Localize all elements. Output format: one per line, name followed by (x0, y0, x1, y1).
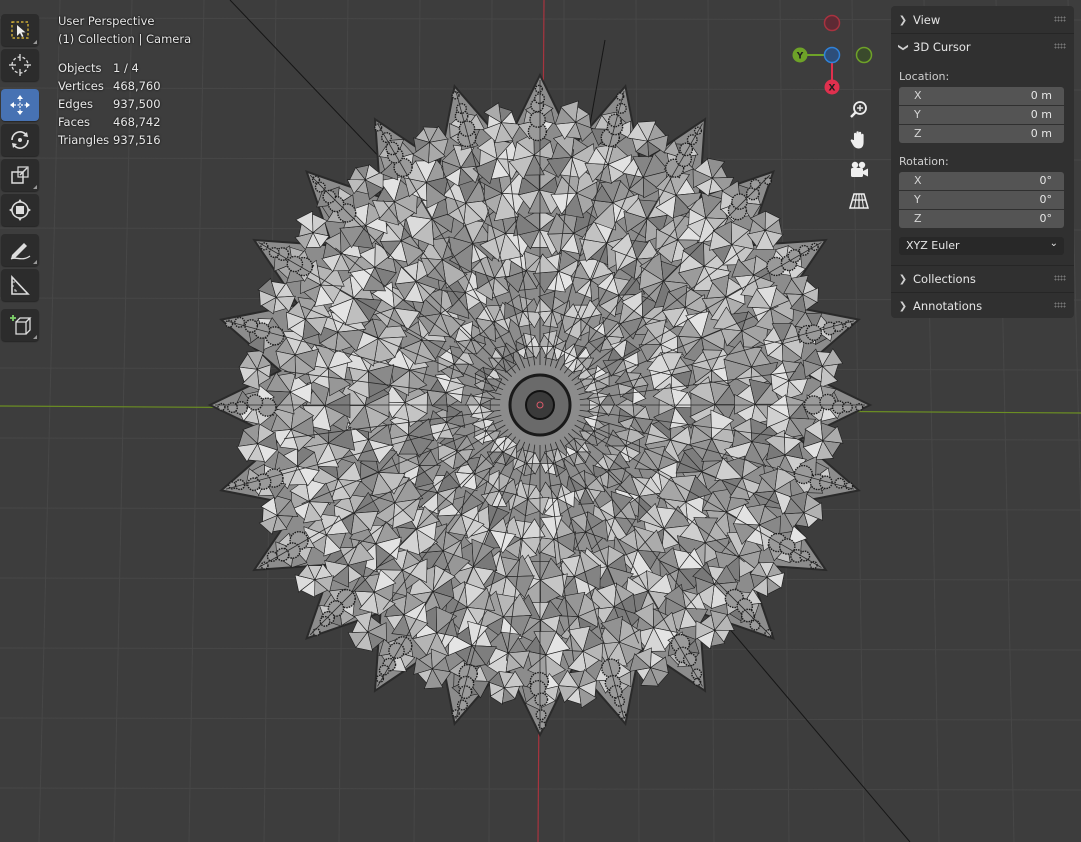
navigation-gizmo[interactable]: Y X (785, 8, 885, 100)
mesh-spike-facet (458, 685, 473, 700)
mesh-spike-facet (841, 401, 853, 413)
transform-icon (9, 199, 31, 221)
rotation-z-field[interactable]: Z 0° (899, 210, 1064, 228)
select-box-icon (11, 21, 29, 39)
measure-icon (11, 274, 30, 295)
mesh-spike-facet (246, 394, 264, 411)
mesh-spike-facet (246, 477, 261, 492)
zoom-button[interactable] (846, 97, 872, 123)
chevron-right-icon: ❯ (898, 14, 908, 26)
location-y-field[interactable]: Y0 m (899, 106, 1064, 124)
drag-grip-icon[interactable] (1054, 275, 1066, 281)
object-origin (525, 390, 555, 420)
chevron-right-icon: ❯ (898, 273, 908, 285)
drag-grip-icon[interactable] (1054, 302, 1066, 308)
mesh-spike-facet (740, 608, 755, 623)
mesh-spike-facet (381, 131, 393, 143)
gizmo-y-label: Y (796, 52, 804, 62)
drag-grip-icon[interactable] (1054, 43, 1066, 49)
camera-view-button[interactable] (846, 157, 872, 183)
mesh-spike-facet (535, 709, 547, 721)
mesh-spike-facet (534, 692, 549, 707)
chevron-down-icon: ⌄ (1049, 238, 1058, 249)
mesh-spike-facet (793, 464, 814, 485)
mesh-spike-facet (686, 134, 698, 146)
zoom-icon (850, 101, 867, 118)
grid-perspective-icon (849, 193, 869, 209)
scale-icon (11, 166, 29, 184)
mesh-spike-facet (749, 619, 761, 631)
mesh-spike-facet (731, 193, 748, 210)
rotation-label: Rotation: (899, 155, 949, 168)
view-mode-label: User Perspective (58, 14, 155, 28)
rotation-x-field[interactable]: X 0° (899, 172, 1064, 190)
gizmo-z-handle[interactable] (823, 46, 841, 64)
scale-tool[interactable] (1, 159, 39, 191)
camera-icon (851, 161, 868, 177)
3d-cursor-panel-header[interactable]: ❯ 3D Cursor (891, 35, 1074, 59)
mesh-spike-facet (314, 181, 326, 193)
mesh-spike-facet (226, 402, 238, 414)
mesh-spike-facet (260, 242, 269, 251)
collections-panel-header[interactable]: ❯ Collections (891, 267, 1074, 291)
mesh-spike-facet (322, 189, 337, 204)
properties-sidebar: ❯ View ❯ 3D Cursor Location: X0 m Y0 m Z… (891, 6, 1074, 318)
gizmo-neg-y-handle[interactable] (855, 46, 873, 64)
move-icon (10, 95, 30, 115)
annotate-tool[interactable] (1, 234, 39, 266)
move-tool[interactable] (1, 89, 39, 121)
mesh-spike-facet (529, 111, 546, 128)
mesh-spike-facet (763, 176, 772, 186)
chevron-right-icon: ❯ (898, 300, 908, 312)
rotation-mode-select[interactable]: XYZ Euler ⌄ (899, 237, 1064, 255)
select-box-tool[interactable] (1, 14, 39, 46)
chevron-down-icon: ❯ (897, 42, 909, 52)
mesh-spike-facet (286, 255, 304, 273)
mesh-spike-facet (385, 141, 400, 156)
gizmo-neg-z-handle[interactable] (823, 14, 841, 32)
mesh-spike-facet (749, 178, 761, 190)
mesh-spike-facet (217, 402, 226, 412)
cursor-icon (9, 54, 31, 76)
add-cube-icon (10, 315, 32, 335)
mesh-spike-facet (378, 664, 390, 676)
rotation-y-field[interactable]: Y 0° (899, 191, 1064, 209)
drag-grip-icon[interactable] (1054, 16, 1066, 22)
rotate-tool[interactable] (1, 124, 39, 156)
active-collection-label: (1) Collection | Camera (58, 32, 192, 46)
location-x-field[interactable]: X0 m (899, 87, 1064, 105)
perspective-toggle-button[interactable] (846, 188, 872, 214)
axis-gizmo[interactable]: Y X (785, 8, 885, 100)
pan-button[interactable] (846, 127, 872, 153)
mesh-spike-facet (275, 547, 290, 562)
cursor-tool[interactable] (1, 49, 39, 81)
mesh-spike-facet (615, 102, 627, 114)
mesh-spike-facet (388, 642, 405, 660)
view-panel-header[interactable]: ❯ View (891, 8, 1074, 32)
mesh-spike-facet (810, 242, 819, 251)
rotate-icon (11, 131, 29, 149)
mesh-spike-facet (534, 84, 543, 93)
3d-viewport[interactable]: User Perspective (1) Collection | Camera… (0, 0, 1081, 842)
location-z-field[interactable]: Z0 m (899, 125, 1064, 143)
mesh-spike-facet (311, 175, 321, 184)
mesh-spike-facet (312, 628, 321, 637)
annotate-icon (10, 243, 31, 260)
transform-tool[interactable] (1, 194, 39, 226)
mesh-spike-facet (832, 321, 844, 333)
mesh-spike-facet (319, 615, 331, 627)
add-cube-tool[interactable] (1, 309, 39, 341)
location-label: Location: (899, 70, 950, 83)
mesh-spike-facet (534, 93, 546, 105)
hand-icon (850, 131, 864, 149)
measure-tool[interactable] (1, 269, 39, 301)
gizmo-x-label: X (829, 84, 836, 94)
mesh-spike-facet (244, 319, 259, 333)
annotations-panel-header[interactable]: ❯ Annotations (891, 294, 1074, 318)
